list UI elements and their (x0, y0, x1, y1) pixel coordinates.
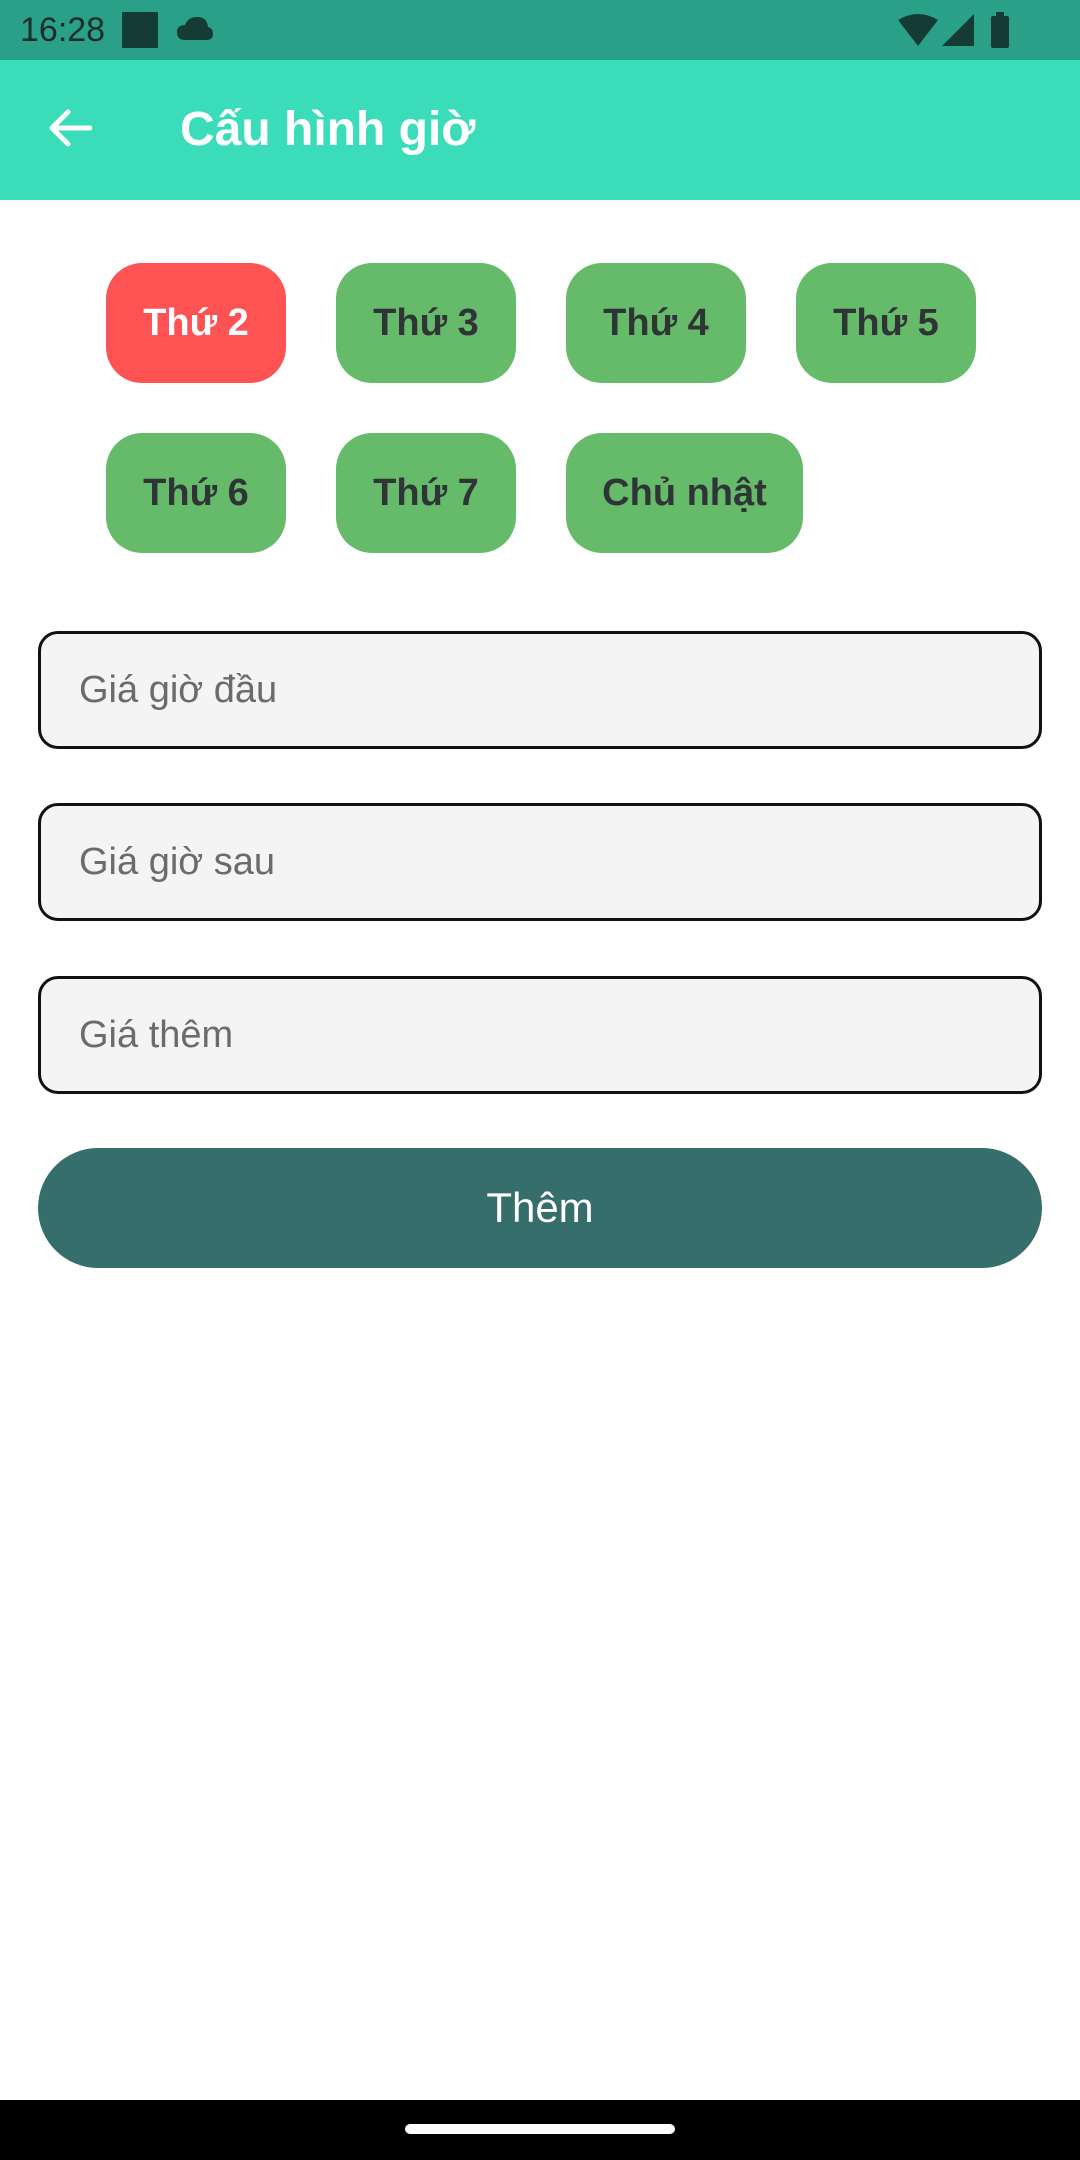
signal-icon (942, 14, 974, 51)
day-chip-tue[interactable]: Thứ 3 (336, 263, 516, 383)
page-title: Cấu hình giờ (180, 103, 476, 156)
day-chip-fri[interactable]: Thứ 6 (106, 433, 286, 553)
day-chip-thu[interactable]: Thứ 5 (796, 263, 976, 383)
screen: 16:28 Cấu hình giờ Thứ 2 Thứ 3 Thứ 4 Thứ… (0, 0, 1080, 2160)
first-hour-price-input[interactable] (41, 634, 1039, 746)
status-bar: 16:28 (0, 0, 1080, 60)
app-bar: Cấu hình giờ (0, 60, 1080, 200)
extra-price-field (38, 976, 1042, 1094)
day-chip-sat[interactable]: Thứ 7 (336, 433, 516, 553)
back-button[interactable] (30, 90, 110, 170)
first-hour-price-field (38, 631, 1042, 749)
day-chip-wed[interactable]: Thứ 4 (566, 263, 746, 383)
status-time: 16:28 (20, 11, 106, 49)
extra-price-input[interactable] (41, 979, 1039, 1091)
add-button[interactable]: Thêm (38, 1148, 1042, 1268)
notification-square-icon (122, 12, 160, 55)
navigation-bar (0, 2100, 1080, 2160)
arrow-back-icon (48, 108, 93, 153)
battery-icon (990, 12, 1010, 53)
next-hour-price-input[interactable] (41, 806, 1039, 918)
wifi-icon (898, 14, 938, 51)
day-chip-sun[interactable]: Chủ nhật (566, 433, 803, 553)
next-hour-price-field (38, 803, 1042, 921)
cloud-icon (176, 16, 214, 47)
day-chip-mon[interactable]: Thứ 2 (106, 263, 286, 383)
home-indicator[interactable] (405, 2124, 675, 2134)
